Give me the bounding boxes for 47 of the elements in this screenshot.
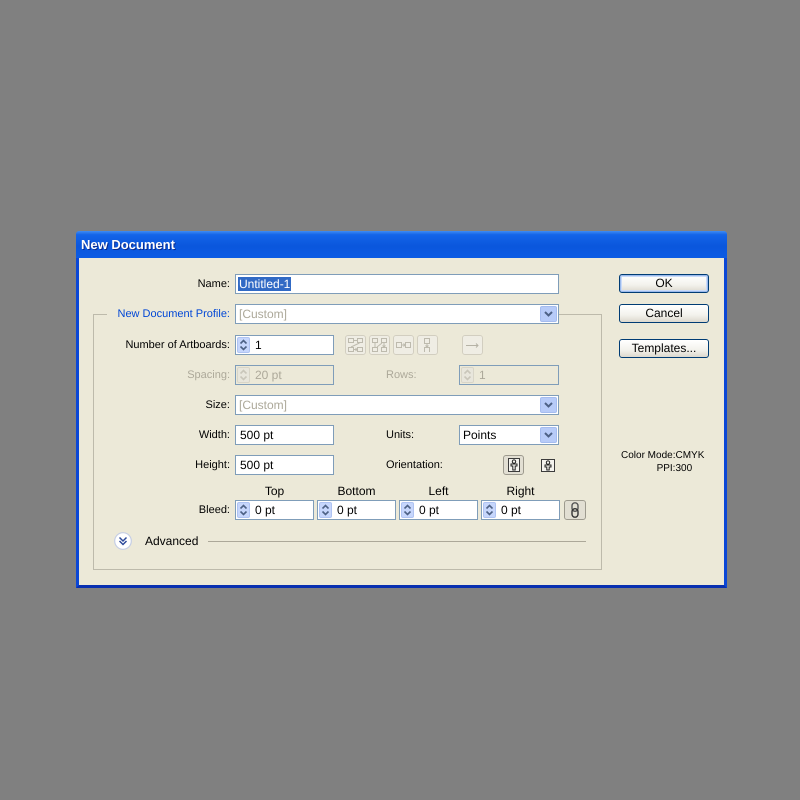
field-label: Orientation:	[386, 459, 443, 471]
bleed-field[interactable]: 0 pt	[317, 500, 396, 520]
spinner-arrows-icon[interactable]	[319, 502, 332, 518]
info-value: CMYK	[675, 450, 704, 462]
advanced-label[interactable]: Advanced	[145, 534, 198, 548]
person-icon	[508, 458, 520, 472]
field-label: Bleed:	[198, 504, 230, 516]
field-label: Number of Artboards:	[125, 339, 230, 351]
spinner-arrows-icon[interactable]	[237, 337, 250, 353]
orientation-button[interactable]	[503, 455, 524, 475]
artboards-field[interactable]: 1	[235, 335, 334, 355]
spinner-arrows-icon[interactable]	[237, 502, 250, 518]
bleed-field[interactable]: 0 pt	[481, 500, 560, 520]
grid-row-arrows-icon	[348, 338, 363, 352]
chain-link-icon	[571, 502, 579, 518]
field-label: Units:	[386, 429, 414, 441]
bleed-field[interactable]: 0 pt	[235, 500, 314, 520]
name-field[interactable]: Untitled-1	[235, 274, 559, 294]
spinner-arrows-icon[interactable]	[483, 502, 496, 518]
bleed-field[interactable]: 0 pt	[399, 500, 478, 520]
field-label: Rows:	[386, 369, 417, 381]
info-label: PPI:	[656, 463, 676, 475]
field-label: Size:	[206, 399, 230, 411]
bleed-side-label: Bottom	[337, 485, 376, 498]
dialog-button[interactable]: OK	[619, 274, 709, 293]
bleed-side-label: Left	[428, 485, 448, 498]
info-label: Color Mode:	[621, 450, 676, 462]
bleed-side-label: Right	[506, 485, 534, 498]
field-label: Width:	[198, 429, 230, 441]
field-label: Height:	[195, 459, 230, 471]
right-arrow-icon	[466, 342, 479, 348]
field-label: New Document Profile:	[118, 308, 230, 320]
field-label: Spacing:	[187, 369, 230, 381]
bleed-side-label: Top	[264, 485, 284, 498]
info-value: 300	[675, 463, 692, 475]
units-dropdown[interactable]: Points	[459, 425, 559, 445]
double-chevron-icon[interactable]	[114, 532, 132, 550]
width-field[interactable]: 500 pt	[235, 425, 334, 445]
dialog-button[interactable]: Templates...	[619, 339, 709, 358]
height-field[interactable]: 500 pt	[235, 455, 334, 475]
window-title: New Document	[81, 237, 175, 252]
link-button[interactable]	[564, 500, 586, 520]
person-icon	[541, 458, 555, 472]
field-label: Name:	[198, 278, 230, 290]
dialog-button[interactable]: Cancel	[619, 304, 709, 323]
spinner-arrows-icon[interactable]	[401, 502, 414, 518]
grid-column-arrows-icon	[372, 338, 387, 352]
